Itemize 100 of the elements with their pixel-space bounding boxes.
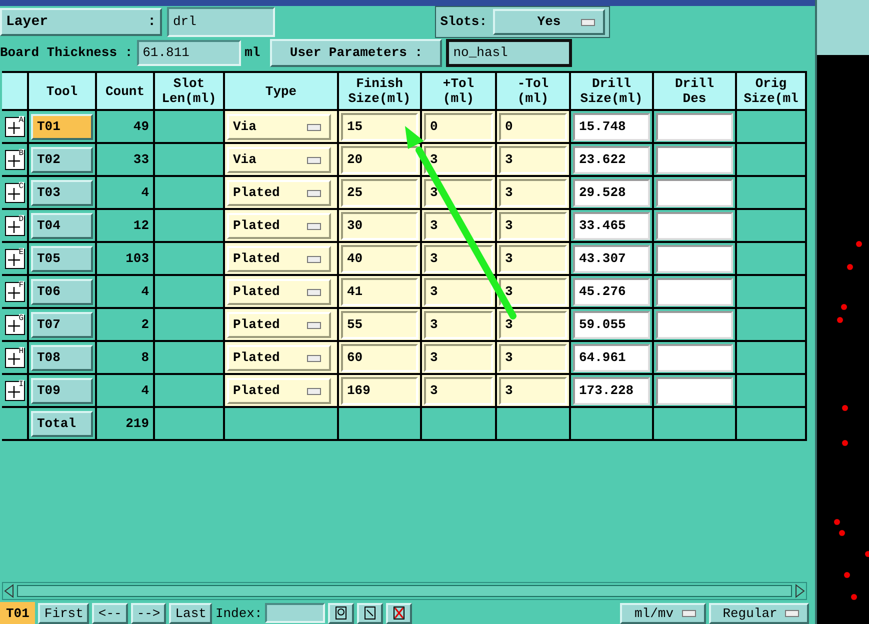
navigation-button[interactable]: <-- <box>92 602 128 624</box>
scroll-left-icon[interactable] <box>3 584 15 598</box>
column-header: Orig Size(ml <box>737 73 807 109</box>
finish-size-field[interactable]: 41 <box>341 278 418 306</box>
column-header: Count <box>97 73 155 109</box>
column-header: -Tol (ml) <box>497 73 571 109</box>
drill-size-field[interactable]: 45.276 <box>573 278 650 306</box>
minus-tol-field[interactable]: 3 <box>499 212 567 240</box>
drill-size-field[interactable]: 64.961 <box>573 344 650 372</box>
tool-button[interactable]: T08 <box>31 344 93 370</box>
tool-button[interactable]: T09 <box>31 378 93 404</box>
index-field[interactable] <box>265 603 326 623</box>
add-icon[interactable]: H <box>4 348 24 368</box>
drill-size-field[interactable]: 23.622 <box>573 146 650 174</box>
side-panel <box>817 0 869 55</box>
user-parameters-field[interactable]: no_hasl <box>446 38 572 66</box>
delete-icon[interactable] <box>386 602 412 624</box>
finish-size-field[interactable]: 60 <box>341 344 418 372</box>
finish-size-field[interactable]: 15 <box>341 112 418 140</box>
tool-button[interactable]: T06 <box>31 278 93 304</box>
column-header: Slot Len(ml) <box>155 73 225 109</box>
type-dropdown[interactable]: Via <box>227 146 331 172</box>
column-header: Finish Size(ml) <box>339 73 422 109</box>
count-cell: 4 <box>97 175 155 208</box>
add-icon[interactable]: D <box>4 216 24 236</box>
navigation-button[interactable]: --> <box>130 602 166 624</box>
column-header: Type <box>225 73 339 109</box>
minus-tol-field[interactable]: 3 <box>499 310 567 338</box>
minus-tol-field[interactable]: 3 <box>499 376 567 404</box>
total-button[interactable]: Total <box>31 410 93 436</box>
add-icon[interactable]: E <box>4 248 24 268</box>
type-dropdown[interactable]: Plated <box>227 378 331 404</box>
minus-tol-field[interactable]: 3 <box>499 146 567 174</box>
finish-size-field[interactable]: 30 <box>341 212 418 240</box>
count-cell: 49 <box>97 109 155 142</box>
edit-icon[interactable] <box>357 602 384 624</box>
layer-field[interactable]: drl <box>167 6 275 36</box>
minus-tol-field[interactable]: 3 <box>499 278 567 306</box>
column-header: +Tol (ml) <box>422 73 497 109</box>
minus-tol-field[interactable]: 3 <box>499 244 567 272</box>
count-cell: 103 <box>97 241 155 274</box>
tool-button[interactable]: T07 <box>31 312 93 338</box>
plus-tol-field[interactable]: 3 <box>424 376 493 404</box>
type-dropdown[interactable]: Plated <box>227 246 331 272</box>
type-dropdown[interactable]: Plated <box>227 180 331 206</box>
index-label: Index: <box>215 606 262 620</box>
drill-size-field[interactable]: 29.528 <box>573 178 650 206</box>
tool-button[interactable]: T01 <box>31 114 93 140</box>
plus-tol-field[interactable]: 3 <box>424 146 493 174</box>
user-parameters-button[interactable]: User Parameters : <box>270 38 442 66</box>
plus-tol-field[interactable]: 3 <box>424 278 493 306</box>
tool-button[interactable]: T02 <box>31 146 93 172</box>
slots-dropdown[interactable]: Yes <box>493 8 605 34</box>
finish-size-field[interactable]: 40 <box>341 244 418 272</box>
board-thickness-label: Board Thickness : <box>0 45 133 60</box>
plus-tol-field[interactable]: 0 <box>424 112 493 140</box>
add-icon[interactable]: G <box>4 314 24 334</box>
minus-tol-field[interactable]: 3 <box>499 344 567 372</box>
minus-tol-field[interactable]: 3 <box>499 178 567 206</box>
type-dropdown[interactable]: Plated <box>227 312 331 338</box>
page-icon[interactable] <box>328 602 354 624</box>
tool-button[interactable]: T05 <box>31 246 93 272</box>
current-tool-label: T01 <box>0 602 36 624</box>
scroll-right-icon[interactable] <box>794 584 806 598</box>
drill-size-field[interactable]: 173.228 <box>573 376 650 404</box>
minus-tol-field[interactable]: 0 <box>499 112 567 140</box>
navigation-button[interactable]: Last <box>169 602 212 624</box>
tool-button[interactable]: T04 <box>31 212 93 238</box>
horizontal-scrollbar[interactable] <box>2 582 807 600</box>
tool-button[interactable]: T03 <box>31 180 93 206</box>
add-icon[interactable]: B <box>4 150 24 170</box>
type-dropdown[interactable]: Via <box>227 114 331 140</box>
add-icon[interactable]: I <box>4 380 24 400</box>
add-icon[interactable]: C <box>4 182 24 202</box>
drill-size-field[interactable]: 33.465 <box>573 212 650 240</box>
type-dropdown[interactable]: Plated <box>227 278 331 304</box>
count-cell: 2 <box>97 307 155 340</box>
drill-size-field[interactable]: 59.055 <box>573 310 650 338</box>
drill-size-field[interactable]: 43.307 <box>573 244 650 272</box>
slots-label: Slots: <box>440 14 487 29</box>
navigation-button[interactable]: First <box>38 602 90 624</box>
mode-dropdown[interactable]: Regular <box>709 602 809 624</box>
count-cell: 4 <box>97 274 155 307</box>
add-icon[interactable]: A <box>4 116 24 136</box>
finish-size-field[interactable]: 20 <box>341 146 418 174</box>
board-thickness-field[interactable]: 61.811 <box>136 40 241 66</box>
plus-tol-field[interactable]: 3 <box>424 344 493 372</box>
column-header: Drill Des <box>654 73 737 109</box>
drill-size-field[interactable]: 15.748 <box>573 112 650 140</box>
type-dropdown[interactable]: Plated <box>227 212 331 238</box>
type-dropdown[interactable]: Plated <box>227 344 331 370</box>
finish-size-field[interactable]: 55 <box>341 310 418 338</box>
layer-button[interactable]: Layer : <box>0 8 162 36</box>
finish-size-field[interactable]: 25 <box>341 178 418 206</box>
column-header: Drill Size(ml) <box>571 73 654 109</box>
units-dropdown[interactable]: ml/mv <box>620 602 706 624</box>
add-icon[interactable]: F <box>4 282 24 302</box>
plus-tol-field[interactable]: 3 <box>424 310 493 338</box>
count-cell: 12 <box>97 208 155 241</box>
finish-size-field[interactable]: 169 <box>341 376 418 404</box>
